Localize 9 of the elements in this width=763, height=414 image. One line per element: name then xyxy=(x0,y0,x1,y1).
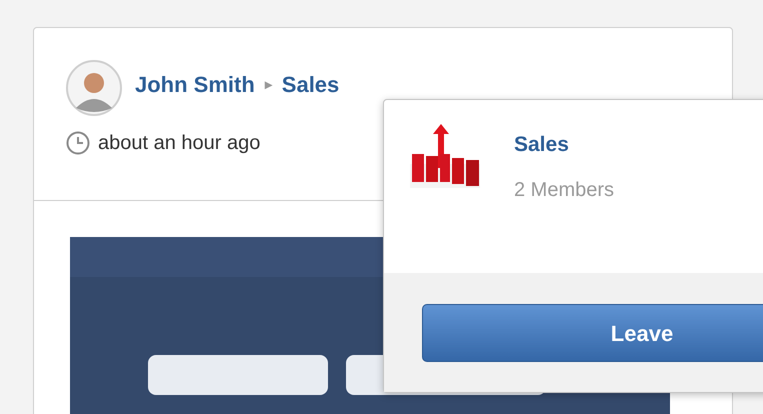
author-link[interactable]: John Smith xyxy=(135,68,255,100)
breadcrumb-separator: ▸ xyxy=(264,74,272,94)
leave-button[interactable]: Leave xyxy=(422,304,763,362)
avatar xyxy=(66,60,122,116)
clock-icon xyxy=(66,131,90,155)
member-count: 2 Members xyxy=(514,178,614,202)
group-link[interactable]: Sales xyxy=(282,68,340,100)
group-title-link[interactable]: Sales xyxy=(514,129,614,160)
post-time: about an hour ago xyxy=(98,131,260,156)
